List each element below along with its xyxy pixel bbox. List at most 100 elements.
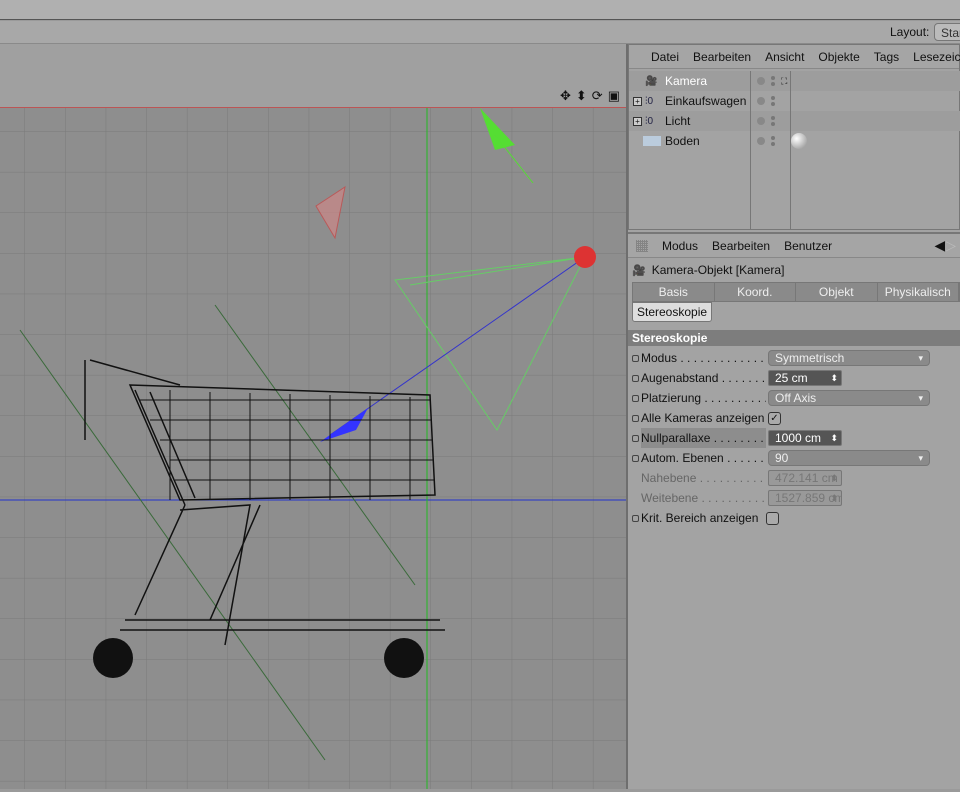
3d-viewport[interactable]: [0, 108, 626, 789]
attribute-title: 🎥 Kamera-Objekt [Kamera]: [628, 258, 960, 282]
visibility-dot[interactable]: [757, 117, 765, 125]
param-modus: ModusSymmetrisch: [628, 348, 960, 368]
render-dots[interactable]: [771, 76, 775, 86]
tab-stereoskopie[interactable]: Stereoskopie: [632, 302, 713, 322]
object-row-einkaufswagen[interactable]: + ⫶0 Einkaufswagen: [629, 91, 960, 111]
camera-handle: [574, 246, 596, 268]
param-label: Autom. Ebenen: [641, 448, 766, 468]
camera-icon: 🎥: [645, 75, 658, 87]
cart-wheel-right: [384, 638, 424, 678]
render-dots[interactable]: [771, 136, 775, 146]
title-strip: [0, 0, 960, 20]
menu-tags[interactable]: Tags: [874, 50, 899, 64]
layout-select[interactable]: Start: [934, 23, 960, 41]
viewport-scene: [0, 108, 626, 789]
cart-wheel-left: [93, 638, 133, 678]
null-object-icon: ⫶0: [645, 115, 654, 127]
object-manager: Datei Bearbeiten Ansicht Objekte Tags Le…: [628, 44, 960, 230]
autom-ebenen-dropdown[interactable]: 90: [768, 450, 930, 466]
object-manager-menu: Datei Bearbeiten Ansicht Objekte Tags Le…: [629, 45, 960, 69]
param-autom-ebenen: Autom. Ebenen90: [628, 448, 960, 468]
material-tag-icon[interactable]: [791, 133, 807, 149]
param-label: Modus: [641, 348, 766, 368]
modus-dropdown[interactable]: Symmetrisch: [768, 350, 930, 366]
object-name[interactable]: Kamera: [665, 74, 707, 88]
animate-toggle[interactable]: [632, 394, 639, 402]
object-row-boden[interactable]: Boden: [629, 131, 960, 151]
nahebene-input: 472.141 cm: [768, 470, 842, 486]
object-name[interactable]: Licht: [665, 114, 690, 128]
menu-benutzer[interactable]: Benutzer: [784, 239, 832, 253]
section-header: Stereoskopie: [628, 330, 960, 346]
render-dots[interactable]: [771, 96, 775, 106]
param-label: Nahebene: [641, 468, 766, 488]
object-name[interactable]: Einkaufswagen: [665, 94, 746, 108]
menu-ansicht[interactable]: Ansicht: [765, 50, 804, 64]
param-augenabstand: Augenabstand25 cm: [628, 368, 960, 388]
augenabstand-input[interactable]: 25 cm: [768, 370, 842, 386]
visibility-dot[interactable]: [757, 77, 765, 85]
viewport-header: ✥ ⬍ ⟳ ▣: [0, 86, 626, 108]
visibility-dot[interactable]: [757, 97, 765, 105]
visibility-dot[interactable]: [757, 137, 765, 145]
object-name[interactable]: Boden: [665, 134, 700, 148]
zoom-icon[interactable]: ⬍: [576, 88, 587, 104]
menu-lesezeichen[interactable]: Lesezeichen: [913, 50, 960, 64]
param-nullparallaxe: Nullparallaxe1000 cm: [628, 428, 960, 448]
back-arrow-icon[interactable]: ◀▷: [934, 237, 956, 254]
param-nahebene: Nahebene472.141 cm: [628, 468, 960, 488]
camera-icon: 🎥: [632, 264, 646, 277]
animate-toggle[interactable]: [632, 414, 639, 422]
expand-icon[interactable]: +: [633, 116, 642, 126]
column-divider: [790, 71, 791, 229]
param-label: Platzierung: [641, 388, 766, 408]
param-label: Augenabstand: [641, 368, 766, 388]
animate-toggle[interactable]: [632, 354, 639, 362]
param-label: Weitebene: [641, 488, 766, 508]
krit-bereich-checkbox[interactable]: [766, 511, 779, 525]
param-platzierung: PlatzierungOff Axis: [628, 388, 960, 408]
menu-modus[interactable]: Modus: [662, 239, 698, 253]
attribute-tabs: Basis Koord. Objekt Physikalisch: [632, 282, 960, 302]
tab-koord[interactable]: Koord.: [714, 283, 796, 301]
null-object-icon: ⫶0: [645, 95, 654, 107]
animate-toggle[interactable]: [632, 374, 639, 382]
animate-toggle[interactable]: [632, 454, 639, 462]
param-weitebene: Weitebene1527.859 cm: [628, 488, 960, 508]
object-title: Kamera-Objekt [Kamera]: [651, 263, 785, 277]
object-row-kamera[interactable]: 🎥 Kamera ⛶: [629, 71, 960, 91]
menu-datei[interactable]: Datei: [651, 50, 679, 64]
tab-physikalisch[interactable]: Physikalisch: [877, 283, 959, 301]
alle-kameras-checkbox[interactable]: ✓: [768, 411, 781, 425]
expand-icon[interactable]: +: [633, 96, 642, 106]
move-icon[interactable]: ✥: [560, 88, 571, 104]
column-divider: [750, 71, 751, 229]
animate-toggle[interactable]: [632, 514, 639, 522]
menu-bearbeiten[interactable]: Bearbeiten: [712, 239, 770, 253]
object-list: 🎥 Kamera ⛶ + ⫶0 Einkaufswagen + ⫶0 Licht…: [629, 71, 960, 231]
forward-arrow-icon[interactable]: ▷: [945, 237, 956, 253]
param-label: Alle Kameras anzeigen: [641, 411, 765, 425]
param-label: Krit. Bereich anzeigen: [641, 511, 759, 525]
attribute-manager-menu: Modus Bearbeiten Benutzer ◀▷: [628, 234, 960, 258]
tab-objekt[interactable]: Objekt: [796, 283, 878, 301]
tab-basis[interactable]: Basis: [633, 283, 715, 301]
maximize-icon[interactable]: ▣: [608, 88, 620, 104]
menu-bearbeiten[interactable]: Bearbeiten: [693, 50, 751, 64]
grip-icon[interactable]: [636, 239, 648, 252]
layout-bar: Layout: Start: [0, 21, 960, 44]
platzierung-dropdown[interactable]: Off Axis: [768, 390, 930, 406]
right-panel: Datei Bearbeiten Ansicht Objekte Tags Le…: [628, 44, 960, 789]
rotate-icon[interactable]: ⟳: [592, 88, 603, 104]
camera-target-icon[interactable]: ⛶: [781, 76, 787, 87]
param-krit-bereich: Krit. Bereich anzeigen: [628, 508, 960, 528]
weitebene-input: 1527.859 cm: [768, 490, 842, 506]
floor-icon: [643, 136, 661, 146]
menu-objekte[interactable]: Objekte: [818, 50, 859, 64]
animate-toggle[interactable]: [632, 434, 639, 442]
attribute-manager: Modus Bearbeiten Benutzer ◀▷ 🎥 Kamera-Ob…: [628, 232, 960, 789]
nullparallaxe-input[interactable]: 1000 cm: [768, 430, 842, 446]
render-dots[interactable]: [771, 116, 775, 126]
object-row-licht[interactable]: + ⫶0 Licht: [629, 111, 960, 131]
param-alle-kameras: Alle Kameras anzeigen ✓: [628, 408, 960, 428]
